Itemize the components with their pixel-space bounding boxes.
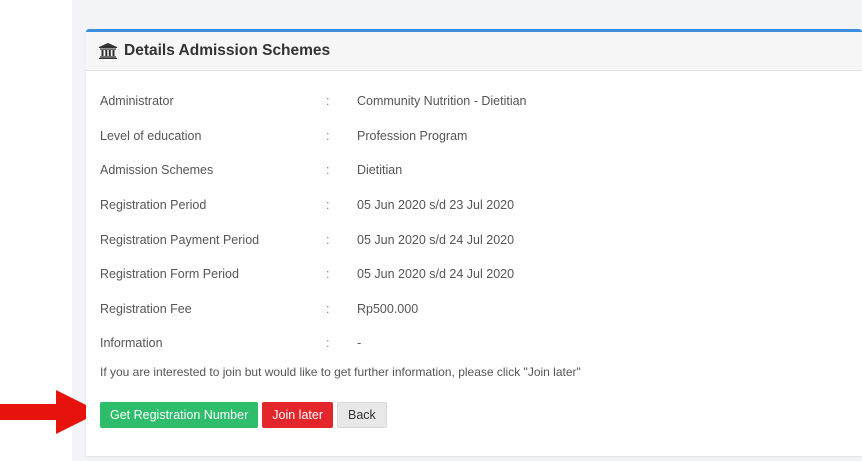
detail-separator: : (326, 198, 330, 213)
detail-row-registration-fee: Registration Fee : Rp500.000 (100, 292, 840, 327)
detail-row-admission-schemes: Admission Schemes : Dietitian (100, 153, 840, 188)
detail-label: Registration Payment Period (100, 232, 260, 247)
detail-label: Admission Schemes (100, 163, 214, 178)
back-button[interactable]: Back (337, 402, 387, 428)
detail-label: Registration Period (100, 198, 207, 213)
detail-separator: : (326, 94, 330, 109)
detail-separator: : (326, 163, 330, 178)
detail-separator: : (326, 336, 330, 351)
join-later-button[interactable]: Join later (262, 402, 333, 428)
detail-value: Rp500.000 (357, 301, 419, 316)
detail-value: Dietitian (357, 163, 403, 178)
detail-value: Profession Program (357, 128, 468, 143)
detail-separator: : (326, 232, 330, 247)
detail-row-administrator: Administrator : Community Nutrition - Di… (100, 84, 840, 119)
detail-separator: : (326, 128, 330, 143)
detail-separator: : (326, 267, 330, 282)
detail-separator: : (326, 301, 330, 316)
detail-label: Information (100, 336, 163, 351)
action-buttons: Get Registration Number Join later Back (100, 402, 387, 428)
panel-title: Details Admission Schemes (124, 42, 331, 59)
get-registration-number-button[interactable]: Get Registration Number (100, 402, 259, 428)
panel-header: Details Admission Schemes (86, 32, 862, 71)
detail-row-information: Information : - (100, 326, 840, 361)
detail-value: 05 Jun 2020 s/d 24 Jul 2020 (357, 267, 515, 282)
detail-row-registration-period: Registration Period : 05 Jun 2020 s/d 23… (100, 188, 840, 223)
detail-row-registration-form-period: Registration Form Period : 05 Jun 2020 s… (100, 257, 840, 292)
detail-value: 05 Jun 2020 s/d 23 Jul 2020 (357, 198, 515, 213)
institution-icon (99, 43, 117, 59)
detail-label: Administrator (100, 94, 174, 109)
detail-value: - (357, 336, 362, 351)
detail-value: Community Nutrition - Dietitian (357, 94, 527, 109)
detail-label: Registration Fee (100, 301, 192, 316)
detail-label: Registration Form Period (100, 267, 239, 282)
join-later-note: If you are interested to join but would … (100, 365, 581, 379)
detail-label: Level of education (100, 128, 202, 143)
detail-row-level-of-education: Level of education : Profession Program (100, 119, 840, 154)
admission-details-panel: Details Admission Schemes Administrator … (86, 29, 862, 456)
detail-value: 05 Jun 2020 s/d 24 Jul 2020 (357, 232, 515, 247)
detail-row-registration-payment-period: Registration Payment Period : 05 Jun 202… (100, 222, 840, 257)
details-list: Administrator : Community Nutrition - Di… (100, 84, 840, 361)
